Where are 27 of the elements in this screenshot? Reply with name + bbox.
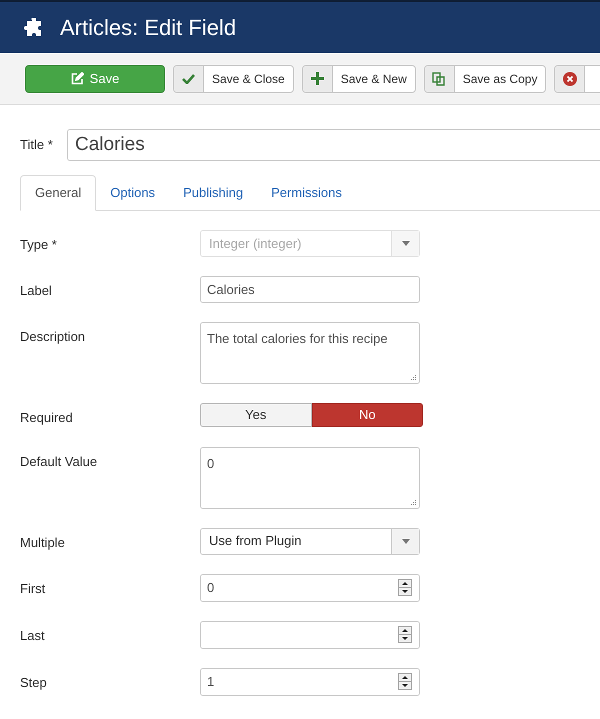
input-field[interactable]: Calories	[200, 276, 420, 303]
field-label: Last	[20, 626, 46, 644]
field-label: Required	[20, 409, 74, 427]
select-field[interactable]: Use from Plugin	[200, 528, 420, 554]
field-label: Title *	[20, 136, 54, 154]
field-label: Label	[20, 282, 53, 300]
toolbar-button[interactable]: Save & New	[302, 64, 416, 92]
field-label: First	[20, 580, 46, 598]
field-label: Multiple	[20, 534, 66, 552]
tab[interactable]: General	[20, 175, 96, 211]
field-label: Description	[20, 328, 86, 346]
field-label: Default Value	[20, 452, 98, 470]
tab[interactable]: Options	[96, 175, 170, 210]
toggle-option[interactable]: No	[312, 403, 423, 427]
toolbar-button[interactable]: Save & Close	[173, 64, 294, 92]
tab[interactable]: Publishing	[169, 175, 258, 210]
number-field[interactable]: 1	[200, 668, 420, 696]
title-input[interactable]: Calories	[67, 129, 600, 161]
field-label: Type *	[20, 236, 58, 254]
textarea-field[interactable]: The total calories for this recipe	[200, 322, 420, 384]
textarea-field[interactable]: 0	[200, 446, 420, 508]
field-label: Step	[20, 674, 48, 692]
toggle-option[interactable]: Yes	[200, 403, 312, 427]
page-title: Articles: Edit Field	[60, 14, 236, 42]
toolbar-button[interactable]: Save as Copy	[424, 64, 546, 92]
number-field[interactable]: 0	[200, 574, 420, 602]
tab[interactable]: Permissions	[257, 175, 356, 210]
